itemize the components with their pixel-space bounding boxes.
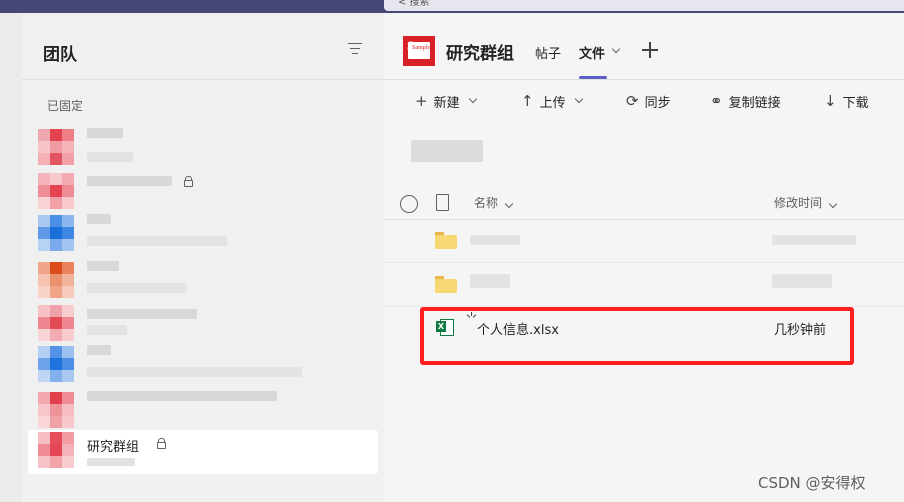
channel-main: S Sample 研究群组 帖子 文件 + 新建 ↑ 上传 ⟳ 同步 ⚭ 复制链… bbox=[384, 13, 904, 502]
folder-icon bbox=[435, 232, 457, 249]
app-rail bbox=[0, 13, 22, 502]
pinned-label: 已固定 bbox=[47, 99, 84, 113]
new-label: 新建 bbox=[433, 95, 460, 111]
blurred-text bbox=[87, 345, 111, 355]
chevron-down-icon bbox=[828, 199, 838, 209]
watermark: CSDN @安得权 bbox=[758, 474, 866, 492]
team-item[interactable] bbox=[22, 342, 384, 386]
download-icon: ↓ bbox=[824, 92, 837, 110]
lock-icon bbox=[184, 176, 193, 187]
blurred-text bbox=[87, 128, 123, 138]
upload-button[interactable]: ↑ 上传 bbox=[521, 92, 583, 111]
team-avatar bbox=[38, 432, 75, 469]
team-item[interactable] bbox=[22, 211, 384, 255]
blurred-text bbox=[470, 274, 510, 288]
download-label: 下载 bbox=[842, 95, 869, 111]
blurred-text bbox=[87, 152, 133, 162]
breadcrumb[interactable] bbox=[411, 140, 483, 162]
folder-icon bbox=[435, 276, 457, 293]
download-button[interactable]: ↓ 下载 bbox=[824, 92, 869, 111]
upload-label: 上传 bbox=[539, 95, 566, 111]
team-avatar bbox=[38, 346, 75, 383]
team-avatar bbox=[38, 173, 75, 210]
blurred-text bbox=[772, 274, 832, 288]
chevron-down-icon bbox=[574, 94, 583, 104]
filter-icon[interactable] bbox=[348, 43, 362, 55]
blurred-text bbox=[87, 309, 197, 319]
new-button[interactable]: + 新建 bbox=[415, 92, 477, 111]
link-icon: ⚭ bbox=[710, 92, 723, 110]
team-item-selected[interactable]: 研究群组 bbox=[22, 428, 384, 474]
team-avatar bbox=[38, 215, 75, 252]
copy-link-label: 复制链接 bbox=[728, 95, 781, 111]
blurred-text bbox=[87, 261, 119, 271]
blurred-text bbox=[772, 235, 856, 245]
file-list-header: 名称 修改时间 bbox=[384, 189, 904, 220]
team-item[interactable] bbox=[22, 125, 384, 169]
lock-icon bbox=[157, 438, 166, 449]
chevron-down-icon bbox=[468, 94, 477, 104]
blurred-text bbox=[87, 236, 227, 246]
team-avatar bbox=[38, 262, 75, 299]
column-modified[interactable]: 修改时间 bbox=[774, 194, 838, 211]
chevron-down-icon bbox=[504, 199, 514, 209]
chevron-down-icon[interactable] bbox=[611, 44, 621, 54]
team-item[interactable] bbox=[22, 388, 384, 432]
blurred-text bbox=[87, 283, 187, 293]
blurred-text bbox=[87, 325, 127, 335]
tab-files[interactable]: 文件 bbox=[579, 43, 605, 62]
search-box[interactable]: < 搜索 bbox=[384, 0, 904, 11]
folder-row[interactable] bbox=[384, 219, 904, 263]
folder-row[interactable] bbox=[384, 263, 904, 307]
red-highlight-box bbox=[420, 307, 854, 365]
blurred-text bbox=[87, 176, 172, 186]
sync-label: 同步 bbox=[644, 95, 671, 111]
select-all-icon[interactable] bbox=[400, 195, 418, 213]
team-item[interactable] bbox=[22, 258, 384, 302]
blurred-text bbox=[87, 367, 302, 377]
team-avatar bbox=[38, 129, 75, 166]
blurred-text bbox=[87, 214, 111, 224]
upload-icon: ↑ bbox=[521, 92, 534, 110]
sync-icon: ⟳ bbox=[626, 92, 639, 110]
tab-posts[interactable]: 帖子 bbox=[535, 43, 561, 62]
sync-button[interactable]: ⟳ 同步 bbox=[626, 92, 671, 111]
copy-link-button[interactable]: ⚭ 复制链接 bbox=[710, 92, 781, 111]
top-bar: < 搜索 bbox=[0, 0, 904, 13]
blurred-text bbox=[87, 391, 277, 401]
sidebar-title: 团队 bbox=[43, 45, 77, 65]
plus-icon: + bbox=[415, 92, 428, 110]
file-type-icon bbox=[436, 194, 449, 211]
sidebar-header: 团队 bbox=[22, 13, 384, 80]
team-avatar bbox=[38, 305, 75, 342]
selection-highlight bbox=[28, 430, 378, 474]
add-tab-icon[interactable] bbox=[642, 42, 658, 58]
channel-title: 研究群组 bbox=[446, 44, 514, 64]
active-tab-indicator bbox=[579, 76, 607, 79]
blurred-text bbox=[87, 458, 135, 466]
blurred-text bbox=[470, 235, 520, 245]
column-name[interactable]: 名称 bbox=[474, 194, 514, 211]
team-avatar bbox=[38, 392, 75, 429]
channel-header: S Sample 研究群组 帖子 文件 bbox=[384, 13, 904, 80]
teams-sidebar: 团队 已固定 研究群组 bbox=[22, 13, 384, 502]
team-item[interactable] bbox=[22, 169, 384, 213]
team-item[interactable] bbox=[22, 301, 384, 345]
team-logo: S Sample bbox=[403, 36, 435, 66]
team-name: 研究群组 bbox=[87, 440, 140, 455]
